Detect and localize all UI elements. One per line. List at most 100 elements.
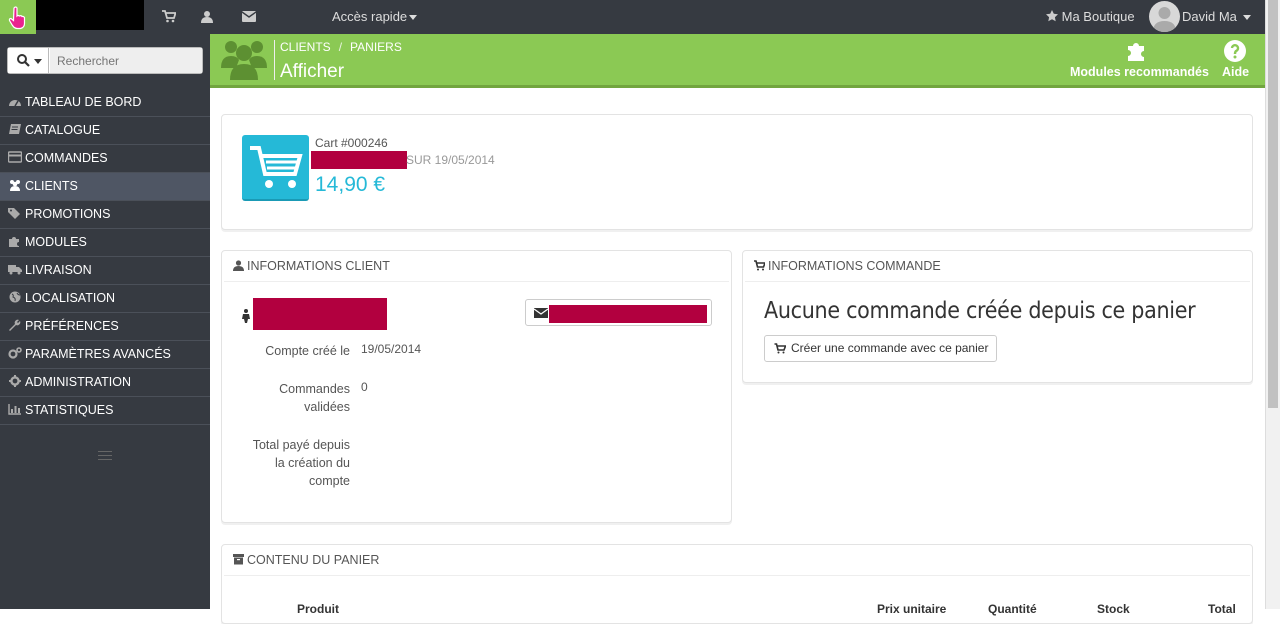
cogs-icon: [8, 347, 22, 359]
chevron-down-icon: [1242, 15, 1251, 21]
sidebar-item-label: STATISTIQUES: [25, 403, 114, 417]
sidebar-item-orders[interactable]: COMMANDES: [0, 145, 210, 173]
sidebar-item-label: CLIENTS: [25, 179, 78, 193]
cart-icon: [250, 146, 303, 188]
breadcrumb-clients[interactable]: CLIENTS: [280, 40, 331, 54]
male-icon: [242, 309, 250, 323]
customer-name-redacted: [311, 151, 407, 169]
sidebar-item-label: ADMINISTRATION: [25, 375, 132, 389]
header-separator: [274, 40, 275, 80]
chevron-down-icon: [34, 59, 42, 64]
panel-heading: INFORMATIONS COMMANDE: [745, 251, 1250, 282]
users-icon: [10, 180, 20, 191]
envelope-icon[interactable]: [241, 10, 258, 24]
envelope-icon: [534, 308, 548, 318]
sidebar-item-label: PARAMÈTRES AVANCÉS: [25, 347, 171, 361]
no-order-message: Aucune commande créée depuis ce panier: [764, 298, 1196, 324]
shop-link[interactable]: Ma Boutique: [1046, 9, 1135, 24]
search-input[interactable]: [50, 48, 202, 73]
email-redacted: [549, 305, 707, 323]
user-name: David Ma: [1182, 9, 1237, 24]
field-value: 0: [361, 380, 368, 394]
user-icon[interactable]: [201, 10, 217, 24]
top-navbar: Accès rapide Ma Boutique David Ma: [0, 0, 1265, 34]
sidebar-item-label: TABLEAU DE BORD: [25, 95, 142, 109]
logo[interactable]: [0, 0, 36, 34]
help-icon[interactable]: [1224, 40, 1246, 62]
sidebar-item-modules[interactable]: MODULES: [0, 229, 210, 257]
puzzle-icon[interactable]: [1126, 38, 1150, 62]
avatar[interactable]: [1149, 1, 1180, 32]
page-scrollbar[interactable]: [1265, 0, 1280, 609]
breadcrumb-carts[interactable]: PANIERS: [350, 40, 402, 54]
puzzle-icon: [9, 237, 19, 247]
sidebar-item-advanced-parameters[interactable]: PARAMÈTRES AVANCÉS: [0, 341, 210, 369]
users-group-icon: [221, 41, 267, 80]
sidebar-item-preferences[interactable]: PRÉFÉRENCES: [0, 313, 210, 341]
sidebar-item-label: LOCALISATION: [25, 291, 116, 305]
sidebar-item-label: PROMOTIONS: [25, 207, 111, 221]
search-scope-button[interactable]: [8, 48, 49, 73]
sidebar: TABLEAU DE BORD CATALOGUE COMMANDES CLIE…: [0, 34, 210, 609]
cart-number: Cart #000246: [315, 136, 388, 150]
main-content: Cart #000246 SUR 19/05/2014 14,90 € INFO…: [210, 88, 1265, 624]
sidebar-item-statistics[interactable]: STATISTIQUES: [0, 397, 210, 425]
wrench-icon: [9, 319, 21, 331]
cart-date: SUR 19/05/2014: [406, 153, 495, 167]
column-header-total[interactable]: Total: [1208, 602, 1236, 616]
sidebar-item-administration[interactable]: ADMINISTRATION: [0, 369, 210, 397]
sidebar-item-clients[interactable]: CLIENTS: [0, 173, 210, 201]
recommended-modules-button[interactable]: Modules recommandés: [1070, 65, 1209, 79]
cart-icon: [754, 260, 765, 271]
field-label: Compte créé le: [265, 344, 350, 358]
client-name-redacted: [253, 298, 387, 330]
sidebar-collapse-icon[interactable]: [98, 451, 112, 463]
breadcrumb-separator: /: [338, 40, 343, 54]
sidebar-item-dashboard[interactable]: TABLEAU DE BORD: [0, 89, 210, 117]
sidebar-item-localization[interactable]: LOCALISATION: [0, 285, 210, 313]
column-header-stock[interactable]: Stock: [1097, 602, 1130, 616]
help-button[interactable]: Aide: [1222, 65, 1249, 79]
panel-title: INFORMATIONS CLIENT: [247, 259, 390, 273]
quick-access-menu[interactable]: Accès rapide: [332, 9, 418, 24]
field-label: Commandes validées: [279, 382, 350, 414]
user-menu[interactable]: David Ma: [1182, 9, 1251, 24]
column-header-quantity[interactable]: Quantité: [988, 602, 1037, 616]
sidebar-item-catalog[interactable]: CATALOGUE: [0, 117, 210, 145]
panel-title: INFORMATIONS COMMANDE: [768, 259, 941, 273]
credit-card-icon: [8, 151, 22, 163]
create-order-button[interactable]: Créer une commande avec ce panier: [764, 335, 998, 362]
client-info-panel: INFORMATIONS CLIENT Compte créé le 19/05…: [221, 250, 732, 523]
order-info-panel: INFORMATIONS COMMANDE Aucune commande cr…: [742, 250, 1253, 383]
cart-icon: [774, 343, 786, 354]
cart-icon[interactable]: [162, 10, 178, 24]
sidebar-item-label: LIVRAISON: [25, 263, 92, 277]
scrollbar-thumb[interactable]: [1268, 0, 1278, 408]
email-button[interactable]: [525, 299, 712, 326]
shop-name-redacted: [36, 0, 144, 30]
sidebar-item-shipping[interactable]: LIVRAISON: [0, 257, 210, 285]
breadcrumb: CLIENTS / PANIERS: [280, 40, 402, 54]
star-icon: [1046, 10, 1058, 22]
page-header: CLIENTS / PANIERS Afficher Modules recomma…: [210, 34, 1265, 88]
column-header-product[interactable]: Produit: [297, 602, 339, 616]
page-title: Afficher: [280, 61, 345, 82]
user-icon: [233, 260, 244, 271]
create-order-label: Créer une commande avec ce panier: [791, 341, 989, 355]
truck-icon: [8, 265, 22, 275]
shop-label: Ma Boutique: [1061, 9, 1135, 24]
search-icon: [17, 54, 30, 67]
column-header-unit-price[interactable]: Prix unitaire: [877, 602, 946, 616]
book-icon: [9, 124, 21, 134]
sidebar-item-promotions[interactable]: PROMOTIONS: [0, 201, 210, 229]
sidebar-item-label: COMMANDES: [25, 151, 108, 165]
sidebar-item-label: PRÉFÉRENCES: [25, 319, 119, 333]
search-box: [7, 47, 203, 74]
main-menu: TABLEAU DE BORD CATALOGUE COMMANDES CLIE…: [0, 89, 210, 425]
field-label: Total payé depuis la création du compte: [252, 438, 350, 488]
cart-icon-box: [242, 135, 309, 201]
sidebar-item-label: CATALOGUE: [25, 123, 101, 137]
cart-total-amount: 14,90 €: [315, 173, 386, 196]
tags-icon: [8, 208, 20, 219]
chevron-down-icon: [409, 15, 418, 21]
